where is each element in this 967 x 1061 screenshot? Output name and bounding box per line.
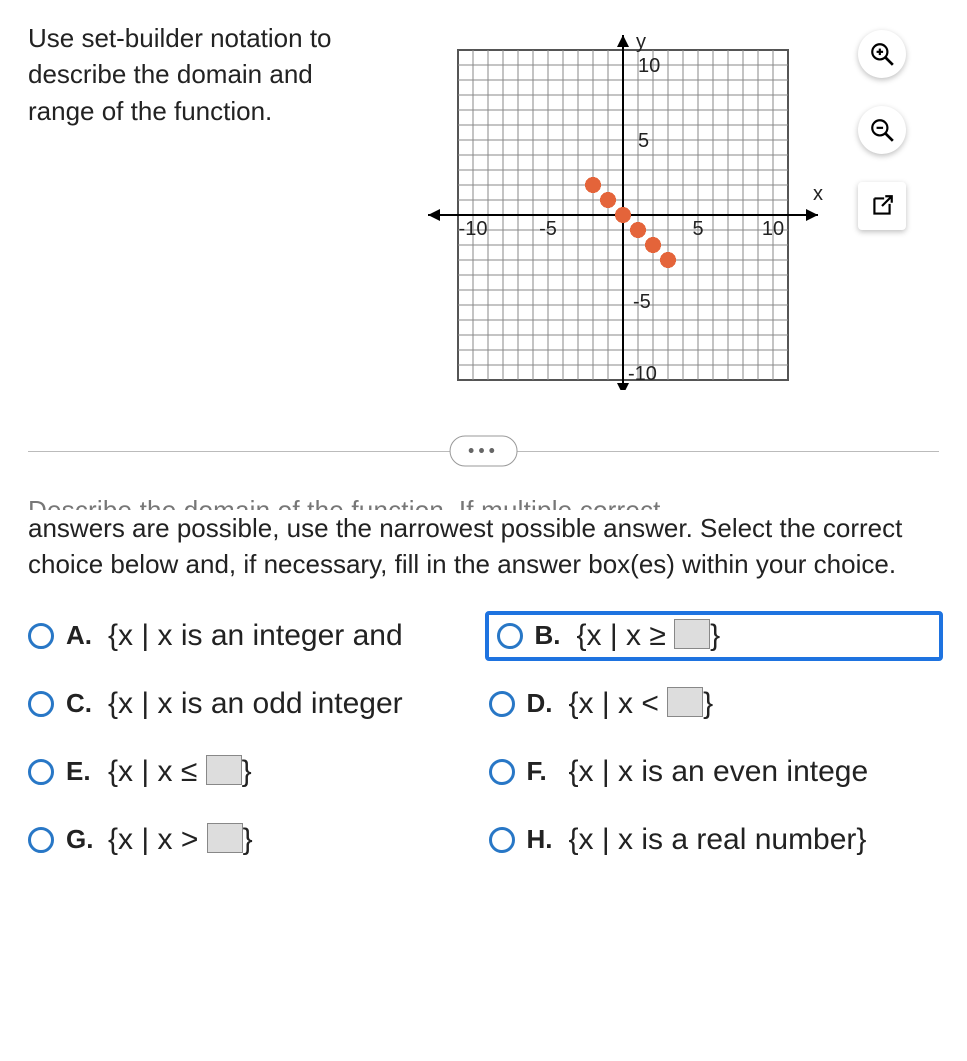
- zoom-out-button[interactable]: [858, 106, 906, 154]
- x-axis-label: x: [813, 183, 823, 205]
- svg-text:-5: -5: [633, 291, 651, 313]
- choice-text: {x | x ≥ }: [577, 619, 721, 653]
- choice-d[interactable]: D. {x | x < }: [489, 687, 940, 721]
- answer-input-b[interactable]: [674, 619, 710, 649]
- function-graph: -10 -5 5 10 10 5 -5 -10 y x: [408, 30, 828, 390]
- answer-input-e[interactable]: [206, 755, 242, 785]
- choice-text: {x | x is a real number}: [569, 823, 867, 857]
- svg-text:10: 10: [762, 218, 784, 240]
- cutoff-text: Describe the domain of the function. If …: [28, 492, 939, 510]
- choice-h[interactable]: H. {x | x is a real number}: [489, 823, 940, 857]
- choice-suffix: }: [703, 687, 713, 720]
- choice-letter: A.: [66, 620, 96, 651]
- choice-f[interactable]: F. {x | x is an even intege: [489, 755, 940, 789]
- choice-letter: E.: [66, 756, 96, 787]
- choice-text: {x | x is an even intege: [569, 755, 869, 789]
- choice-letter: G.: [66, 824, 96, 855]
- choice-suffix: }: [710, 619, 720, 652]
- y-axis-label: y: [636, 31, 646, 53]
- choice-text: {x | x ≤ }: [108, 755, 252, 789]
- expand-button[interactable]: •••: [449, 436, 518, 467]
- choice-g[interactable]: G. {x | x > }: [28, 823, 479, 857]
- open-external-button[interactable]: [858, 182, 906, 230]
- radio-d[interactable]: [489, 691, 515, 717]
- choice-a[interactable]: A. {x | x is an integer and: [28, 619, 479, 653]
- answer-choices: A. {x | x is an integer and B. {x | x ≥ …: [28, 619, 939, 857]
- question-prompt: Use set-builder notation to describe the…: [28, 20, 378, 129]
- choice-letter: F.: [527, 756, 557, 787]
- radio-c[interactable]: [28, 691, 54, 717]
- section-divider: •••: [28, 450, 939, 452]
- choice-text: {x | x is an integer and: [108, 619, 403, 653]
- choice-suffix: }: [243, 823, 253, 856]
- radio-g[interactable]: [28, 827, 54, 853]
- zoom-in-button[interactable]: [858, 30, 906, 78]
- choice-text: {x | x > }: [108, 823, 253, 857]
- svg-text:5: 5: [638, 130, 649, 152]
- answer-input-d[interactable]: [667, 687, 703, 717]
- radio-e[interactable]: [28, 759, 54, 785]
- choice-b[interactable]: B. {x | x ≥ }: [485, 611, 944, 661]
- choice-c[interactable]: C. {x | x is an odd integer: [28, 687, 479, 721]
- choice-prefix: {x | x >: [108, 823, 207, 856]
- radio-a[interactable]: [28, 623, 54, 649]
- svg-text:-10: -10: [628, 363, 657, 385]
- svg-text:-5: -5: [539, 218, 557, 240]
- svg-text:-10: -10: [459, 218, 488, 240]
- choice-text: {x | x < }: [569, 687, 714, 721]
- radio-f[interactable]: [489, 759, 515, 785]
- choice-letter: B.: [535, 620, 565, 651]
- svg-text:5: 5: [692, 218, 703, 240]
- choice-letter: D.: [527, 688, 557, 719]
- choice-prefix: {x | x <: [569, 687, 668, 720]
- choice-letter: H.: [527, 824, 557, 855]
- instruction-text: answers are possible, use the narrowest …: [28, 510, 939, 583]
- zoom-in-icon: [869, 41, 895, 67]
- choice-suffix: }: [242, 755, 252, 788]
- svg-text:10: 10: [638, 55, 660, 77]
- choice-text: {x | x is an odd integer: [108, 687, 403, 721]
- open-external-icon: [869, 193, 895, 219]
- zoom-out-icon: [869, 117, 895, 143]
- choice-e[interactable]: E. {x | x ≤ }: [28, 755, 479, 789]
- choice-prefix: {x | x ≥: [577, 619, 675, 652]
- answer-input-g[interactable]: [207, 823, 243, 853]
- choice-letter: C.: [66, 688, 96, 719]
- radio-h[interactable]: [489, 827, 515, 853]
- choice-prefix: {x | x ≤: [108, 755, 206, 788]
- radio-b[interactable]: [497, 623, 523, 649]
